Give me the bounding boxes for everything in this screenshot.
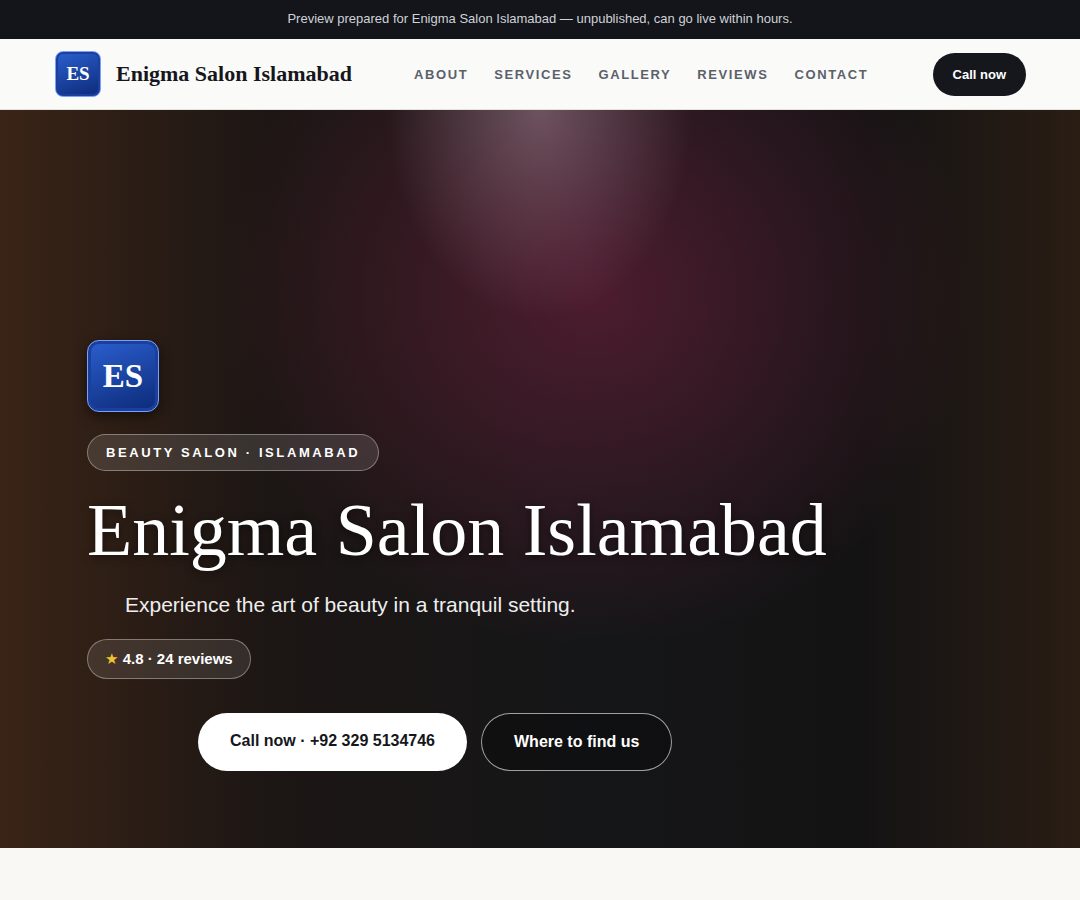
- hero-tagline: Experience the art of beauty in a tranqu…: [125, 593, 576, 617]
- category-chip: BEAUTY SALON · ISLAMABAD: [87, 434, 379, 471]
- hero-title: Enigma Salon Islamabad: [87, 493, 827, 567]
- brand-name: Enigma Salon Islamabad: [116, 61, 352, 87]
- nav-link[interactable]: SERVICES: [494, 67, 572, 82]
- nav-links: ABOUT SERVICES GALLERY REVIEWS CONTACT: [414, 67, 868, 82]
- hero-buttons: Call now · +92 329 5134746Where to find …: [198, 713, 672, 771]
- rating-text: 4.8 · 24 reviews: [123, 650, 233, 667]
- star-icon: ★: [105, 650, 118, 667]
- nav-link[interactable]: CONTACT: [795, 67, 869, 82]
- nav-link[interactable]: ABOUT: [414, 67, 468, 82]
- hero-logo-badge: ES: [87, 340, 159, 412]
- rating-chip: ★ 4.8 · 24 reviews: [87, 639, 251, 679]
- top-nav: ES Enigma Salon Islamabad ABOUT SERVICES GAL…: [0, 39, 1080, 110]
- nav-link[interactable]: REVIEWS: [697, 67, 768, 82]
- primary-button[interactable]: Call now · +92 329 5134746: [198, 713, 467, 771]
- nav-link[interactable]: GALLERY: [599, 67, 672, 82]
- logo-badge: ES: [55, 51, 101, 97]
- preview-banner: Preview prepared for Enigma Salon Islama…: [0, 0, 1080, 39]
- call-now-button[interactable]: Call now: [933, 53, 1026, 96]
- brand[interactable]: ES Enigma Salon Islamabad: [55, 51, 352, 97]
- secondary-button[interactable]: Where to find us: [481, 713, 672, 771]
- hero-section: ES BEAUTY SALON · ISLAMABAD Enigma Salon I…: [0, 110, 1080, 848]
